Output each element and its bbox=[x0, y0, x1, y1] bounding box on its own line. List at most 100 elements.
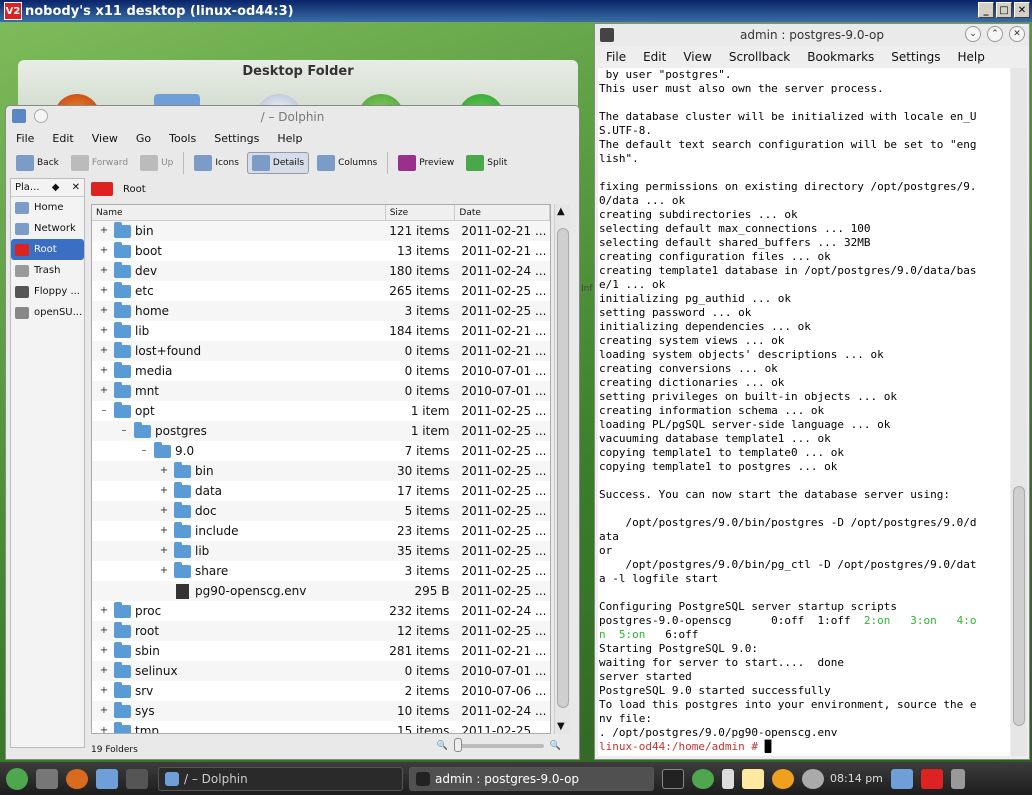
expand-toggle-icon[interactable]: + bbox=[98, 601, 110, 621]
minimize-button[interactable]: _ bbox=[978, 2, 994, 18]
expand-toggle-icon[interactable]: + bbox=[98, 241, 110, 261]
place-home[interactable]: Home bbox=[11, 197, 84, 218]
zoom-in-icon[interactable]: 🔍 bbox=[550, 741, 561, 751]
zoom-slider-handle[interactable] bbox=[453, 738, 462, 752]
table-row[interactable]: + bin 30 items 2011-02-25 ... bbox=[92, 461, 550, 481]
terminal-scrollbar[interactable] bbox=[1011, 68, 1027, 756]
menu-settings[interactable]: Settings bbox=[214, 132, 259, 145]
menu-tools[interactable]: Tools bbox=[169, 132, 196, 145]
file-manager-icon[interactable] bbox=[96, 768, 118, 789]
opensuse-menu-icon[interactable] bbox=[6, 767, 28, 790]
expand-toggle-icon[interactable]: + bbox=[98, 621, 110, 641]
expand-toggle-icon[interactable]: + bbox=[98, 221, 110, 241]
panel-close-icon[interactable]: ✕ bbox=[72, 182, 80, 193]
expand-toggle-icon[interactable]: + bbox=[98, 701, 110, 721]
details-view-button[interactable]: Details bbox=[246, 152, 310, 174]
table-row[interactable]: + sbin 281 items 2011-02-21 ... bbox=[92, 641, 550, 661]
menu-view[interactable]: View bbox=[92, 132, 118, 145]
back-button[interactable]: Back bbox=[12, 153, 63, 173]
preview-button[interactable]: Preview bbox=[394, 153, 458, 173]
table-row[interactable]: – postgres 1 item 2011-02-25 ... bbox=[92, 421, 550, 441]
breadcrumb-root[interactable]: Root bbox=[123, 184, 146, 195]
expand-toggle-icon[interactable]: + bbox=[158, 541, 170, 561]
menu-settings[interactable]: Settings bbox=[891, 50, 940, 64]
expand-toggle-icon[interactable]: – bbox=[98, 401, 110, 421]
update-applet-icon[interactable] bbox=[692, 768, 714, 789]
menu-help[interactable]: Help bbox=[958, 50, 985, 64]
table-row[interactable]: + mnt 0 items 2010-07-01 ... bbox=[92, 381, 550, 401]
task-dolphin[interactable]: / – Dolphin bbox=[158, 766, 403, 791]
menu-scrollback[interactable]: Scrollback bbox=[729, 50, 790, 64]
column-size[interactable]: Size bbox=[386, 205, 456, 220]
file-list-scrollbar[interactable]: ▲ ▼ bbox=[554, 204, 570, 734]
audio-icon[interactable] bbox=[722, 768, 734, 789]
table-row[interactable]: + share 3 items 2011-02-25 ... bbox=[92, 561, 550, 581]
terminal-app-icon[interactable] bbox=[600, 28, 614, 42]
expand-toggle-icon[interactable]: + bbox=[98, 321, 110, 341]
expand-toggle-icon[interactable]: + bbox=[98, 641, 110, 661]
expand-toggle-icon[interactable]: + bbox=[98, 681, 110, 701]
table-row[interactable]: + home 3 items 2011-02-25 ... bbox=[92, 301, 550, 321]
terminal-icon[interactable] bbox=[662, 768, 684, 789]
columns-view-button[interactable]: Columns bbox=[313, 153, 381, 173]
scroll-down-icon[interactable]: ▼ bbox=[557, 721, 565, 732]
table-row[interactable]: + proc 232 items 2011-02-24 ... bbox=[92, 601, 550, 621]
terminal-prompt-line[interactable]: linux-od44:/home/admin # █ bbox=[599, 740, 1010, 754]
clipboard-icon[interactable] bbox=[742, 768, 764, 789]
scroll-up-icon[interactable]: ▲ bbox=[557, 206, 565, 217]
info-icon[interactable] bbox=[802, 768, 824, 789]
maximize-button[interactable]: □ bbox=[996, 2, 1012, 18]
sun-icon[interactable] bbox=[772, 768, 794, 789]
table-row[interactable]: + sys 10 items 2011-02-24 ... bbox=[92, 701, 550, 721]
menu-edit[interactable]: Edit bbox=[52, 132, 73, 145]
expand-toggle-icon[interactable]: + bbox=[98, 381, 110, 401]
table-row[interactable]: + tmp 15 items 2011-02-25 ... bbox=[92, 721, 550, 733]
table-row[interactable]: + media 0 items 2010-07-01 ... bbox=[92, 361, 550, 381]
close-button[interactable]: ✕ bbox=[1014, 2, 1030, 18]
table-row[interactable]: – 9.0 7 items 2011-02-25 ... bbox=[92, 441, 550, 461]
expand-toggle-icon[interactable]: + bbox=[158, 481, 170, 501]
expand-toggle-icon[interactable]: + bbox=[98, 721, 110, 733]
table-row[interactable]: + include 23 items 2011-02-25 ... bbox=[92, 521, 550, 541]
table-row[interactable]: + lib 35 items 2011-02-25 ... bbox=[92, 541, 550, 561]
menu-file[interactable]: File bbox=[606, 50, 626, 64]
column-name[interactable]: Name bbox=[92, 205, 386, 220]
split-button[interactable]: Split bbox=[462, 153, 511, 173]
lock-screen-icon[interactable] bbox=[890, 768, 913, 789]
place-root[interactable]: Root bbox=[11, 239, 84, 260]
expand-toggle-icon[interactable]: + bbox=[158, 461, 170, 481]
expand-toggle-icon[interactable]: + bbox=[98, 341, 110, 361]
power-icon[interactable] bbox=[920, 768, 943, 789]
menu-go[interactable]: Go bbox=[136, 132, 151, 145]
terminal-output[interactable]: by user "postgres". This user must also o… bbox=[598, 68, 1010, 756]
table-row[interactable]: + root 12 items 2011-02-25 ... bbox=[92, 621, 550, 641]
pin-icon[interactable] bbox=[34, 109, 48, 123]
icons-view-button[interactable]: Icons bbox=[190, 153, 243, 173]
place-network[interactable]: Network bbox=[11, 218, 84, 239]
expand-toggle-icon[interactable]: – bbox=[118, 421, 130, 441]
expand-toggle-icon[interactable]: + bbox=[98, 361, 110, 381]
table-row[interactable]: – opt 1 item 2011-02-25 ... bbox=[92, 401, 550, 421]
up-button[interactable]: Up bbox=[136, 153, 177, 173]
breadcrumb[interactable]: Root bbox=[91, 178, 146, 200]
workspace-icon[interactable] bbox=[36, 768, 58, 789]
zoom-out-icon[interactable]: 🔍 bbox=[437, 741, 448, 751]
table-row[interactable]: + lost+found 0 items 2011-02-21 ... bbox=[92, 341, 550, 361]
task-konsole[interactable]: admin : postgres-9.0-op bbox=[409, 766, 654, 791]
expand-toggle-icon[interactable]: – bbox=[138, 441, 150, 461]
place-floppy[interactable]: Floppy ... bbox=[11, 281, 84, 302]
table-row[interactable]: + dev 180 items 2011-02-24 ... bbox=[92, 261, 550, 281]
menu-bookmarks[interactable]: Bookmarks bbox=[807, 50, 874, 64]
forward-button[interactable]: Forward bbox=[67, 153, 132, 173]
table-row[interactable]: + data 17 items 2011-02-25 ... bbox=[92, 481, 550, 501]
minimize-icon[interactable]: ⌄ bbox=[965, 26, 981, 42]
place-trash[interactable]: Trash bbox=[11, 260, 84, 281]
table-row[interactable]: pg90-openscg.env 295 B 2011-02-25 ... bbox=[92, 581, 550, 601]
expand-toggle-icon[interactable]: + bbox=[98, 661, 110, 681]
table-row[interactable]: + boot 13 items 2011-02-21 ... bbox=[92, 241, 550, 261]
scrollbar-thumb[interactable] bbox=[557, 228, 569, 708]
scrollbar-thumb[interactable] bbox=[1013, 486, 1025, 726]
place-opensuse[interactable]: openSU... bbox=[11, 302, 84, 323]
table-row[interactable]: + bin 121 items 2011-02-21 ... bbox=[92, 221, 550, 241]
menu-file[interactable]: File bbox=[16, 132, 34, 145]
